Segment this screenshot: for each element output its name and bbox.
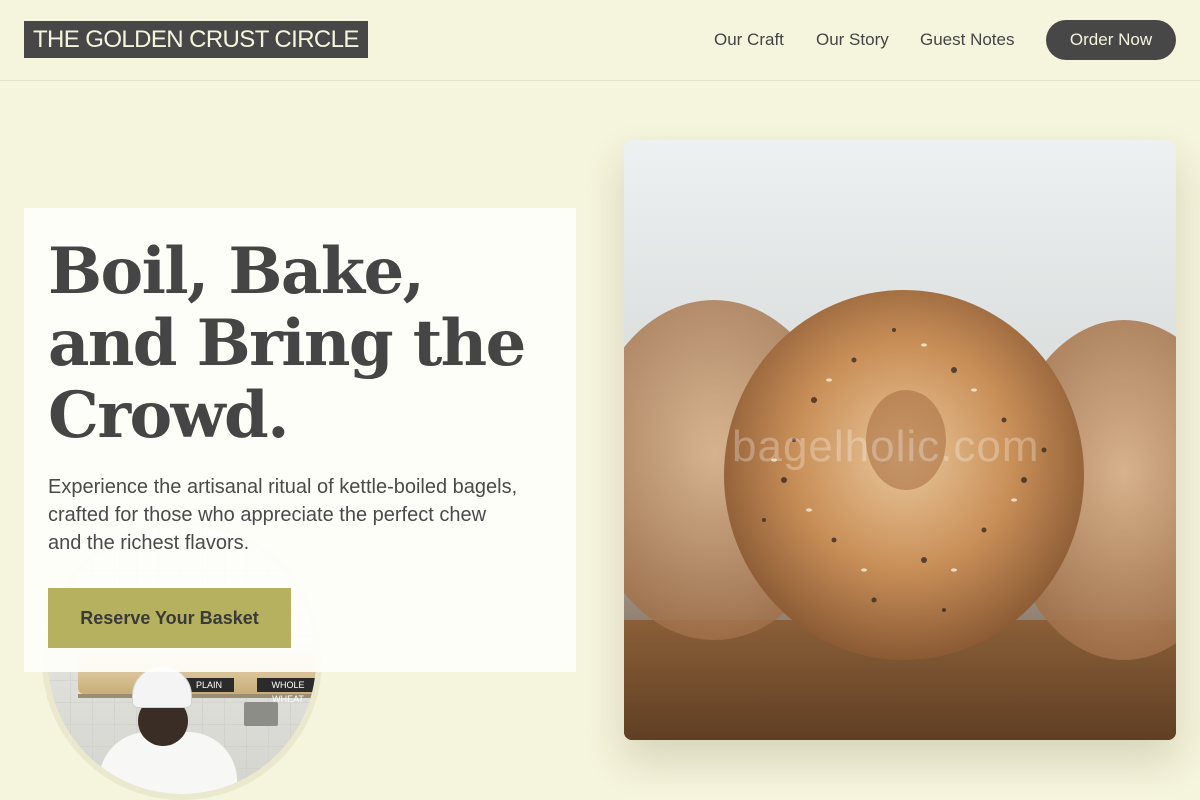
hero-title: Boil, Bake, and Bring the Crowd. <box>48 234 526 453</box>
site-logo[interactable]: THE GOLDEN CRUST CIRCLE <box>24 21 368 58</box>
order-now-button[interactable]: Order Now <box>1046 20 1176 60</box>
site-header: THE GOLDEN CRUST CIRCLE Our Craft Our St… <box>0 0 1200 81</box>
counter-box <box>244 702 278 726</box>
bagel-photo: bagelholic.com <box>624 140 1176 740</box>
nav-link-guest-notes[interactable]: Guest Notes <box>920 31 1015 49</box>
nav-link-our-story[interactable]: Our Story <box>816 31 889 49</box>
nav-link-our-craft[interactable]: Our Craft <box>714 31 784 49</box>
whole-wheat-sign: WHOLE WHEAT <box>257 678 316 704</box>
reserve-basket-button[interactable]: Reserve Your Basket <box>48 588 291 648</box>
watermark-text: bagelholic.com <box>732 422 1040 471</box>
hero-description: Experience the artisanal ritual of kettl… <box>48 476 518 554</box>
